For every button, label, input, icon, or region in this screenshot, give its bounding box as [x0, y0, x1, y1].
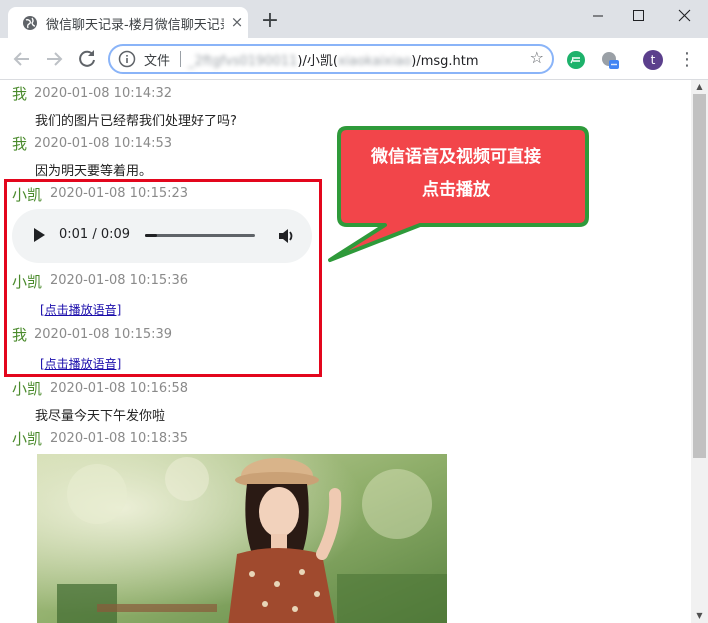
message-time: 2020-01-08 10:16:58 — [50, 381, 189, 396]
scheme-label: 文件 — [144, 54, 171, 69]
reload-icon[interactable] — [75, 47, 99, 71]
new-tab-button[interactable]: + — [258, 10, 282, 34]
scroll-up-arrow-icon[interactable]: ▲ — [691, 80, 708, 94]
scrollbar-thumb[interactable] — [693, 94, 706, 458]
message-sender: 我 — [12, 135, 28, 153]
tab-active[interactable]: 微信聊天记录-楼月微信聊天记录 × — [8, 7, 248, 38]
message-text: 因为明天要等着用。 — [35, 164, 153, 179]
message-text: 我们的图片已经帮我们处理好了吗? — [35, 114, 237, 129]
info-icon[interactable] — [118, 50, 136, 68]
url-mid: )/小凯( — [297, 54, 338, 69]
url-suffix: )/msg.htm — [411, 54, 479, 69]
message-sender: 小凯 — [12, 430, 43, 448]
minimize-icon[interactable] — [578, 4, 618, 28]
url-text: _2ftgfvs0190011)/小凯(xiaokaixiao)/msg.htm — [188, 50, 479, 69]
url-blurred-name: xiaokaixiao — [337, 54, 412, 69]
scroll-down-arrow-icon[interactable]: ▼ — [691, 609, 708, 623]
message-sender: 我 — [12, 85, 28, 103]
tab-close-icon[interactable]: × — [228, 13, 246, 31]
close-window-icon[interactable] — [664, 4, 704, 28]
globe-icon — [23, 16, 37, 30]
back-arrow-icon[interactable] — [10, 47, 34, 71]
vertical-scrollbar[interactable]: ▲ ▼ — [691, 80, 708, 623]
tab-strip: 微信聊天记录-楼月微信聊天记录 × + — [0, 0, 708, 38]
callout-line-1: 微信语音及视频可直接 — [371, 147, 541, 167]
tab-title: 微信聊天记录-楼月微信聊天记录 — [46, 18, 224, 33]
message-time: 2020-01-08 10:14:53 — [34, 136, 173, 151]
extension-icon[interactable] — [600, 50, 620, 70]
message-text: 我尽量今天下午发你啦 — [35, 409, 166, 424]
forward-arrow-icon[interactable] — [42, 47, 66, 71]
message-time: 2020-01-08 10:18:35 — [50, 431, 189, 446]
browser-toolbar: 文件 _2ftgfvs0190011)/小凯(xiaokaixiao)/msg.… — [0, 38, 708, 80]
callout-line-2: 点击播放 — [422, 180, 490, 200]
callout-text: 微信语音及视频可直接 点击播放 — [343, 141, 569, 207]
message-sender: 小凯 — [12, 380, 43, 398]
highlight-box — [4, 179, 322, 377]
more-menu-icon[interactable]: ⋮ — [678, 48, 696, 72]
address-separator — [180, 51, 181, 67]
bookmark-star-icon[interactable]: ☆ — [530, 48, 544, 67]
address-bar[interactable]: 文件 _2ftgfvs0190011)/小凯(xiaokaixiao)/msg.… — [108, 44, 554, 74]
message-time: 2020-01-08 10:14:32 — [34, 86, 173, 101]
profile-avatar[interactable]: t — [643, 50, 663, 70]
chat-extension-icon[interactable] — [566, 50, 586, 70]
message-photo[interactable] — [37, 454, 447, 623]
url-blurred-part: _2ftgfvs0190011 — [188, 54, 298, 69]
maximize-icon[interactable] — [618, 4, 658, 28]
